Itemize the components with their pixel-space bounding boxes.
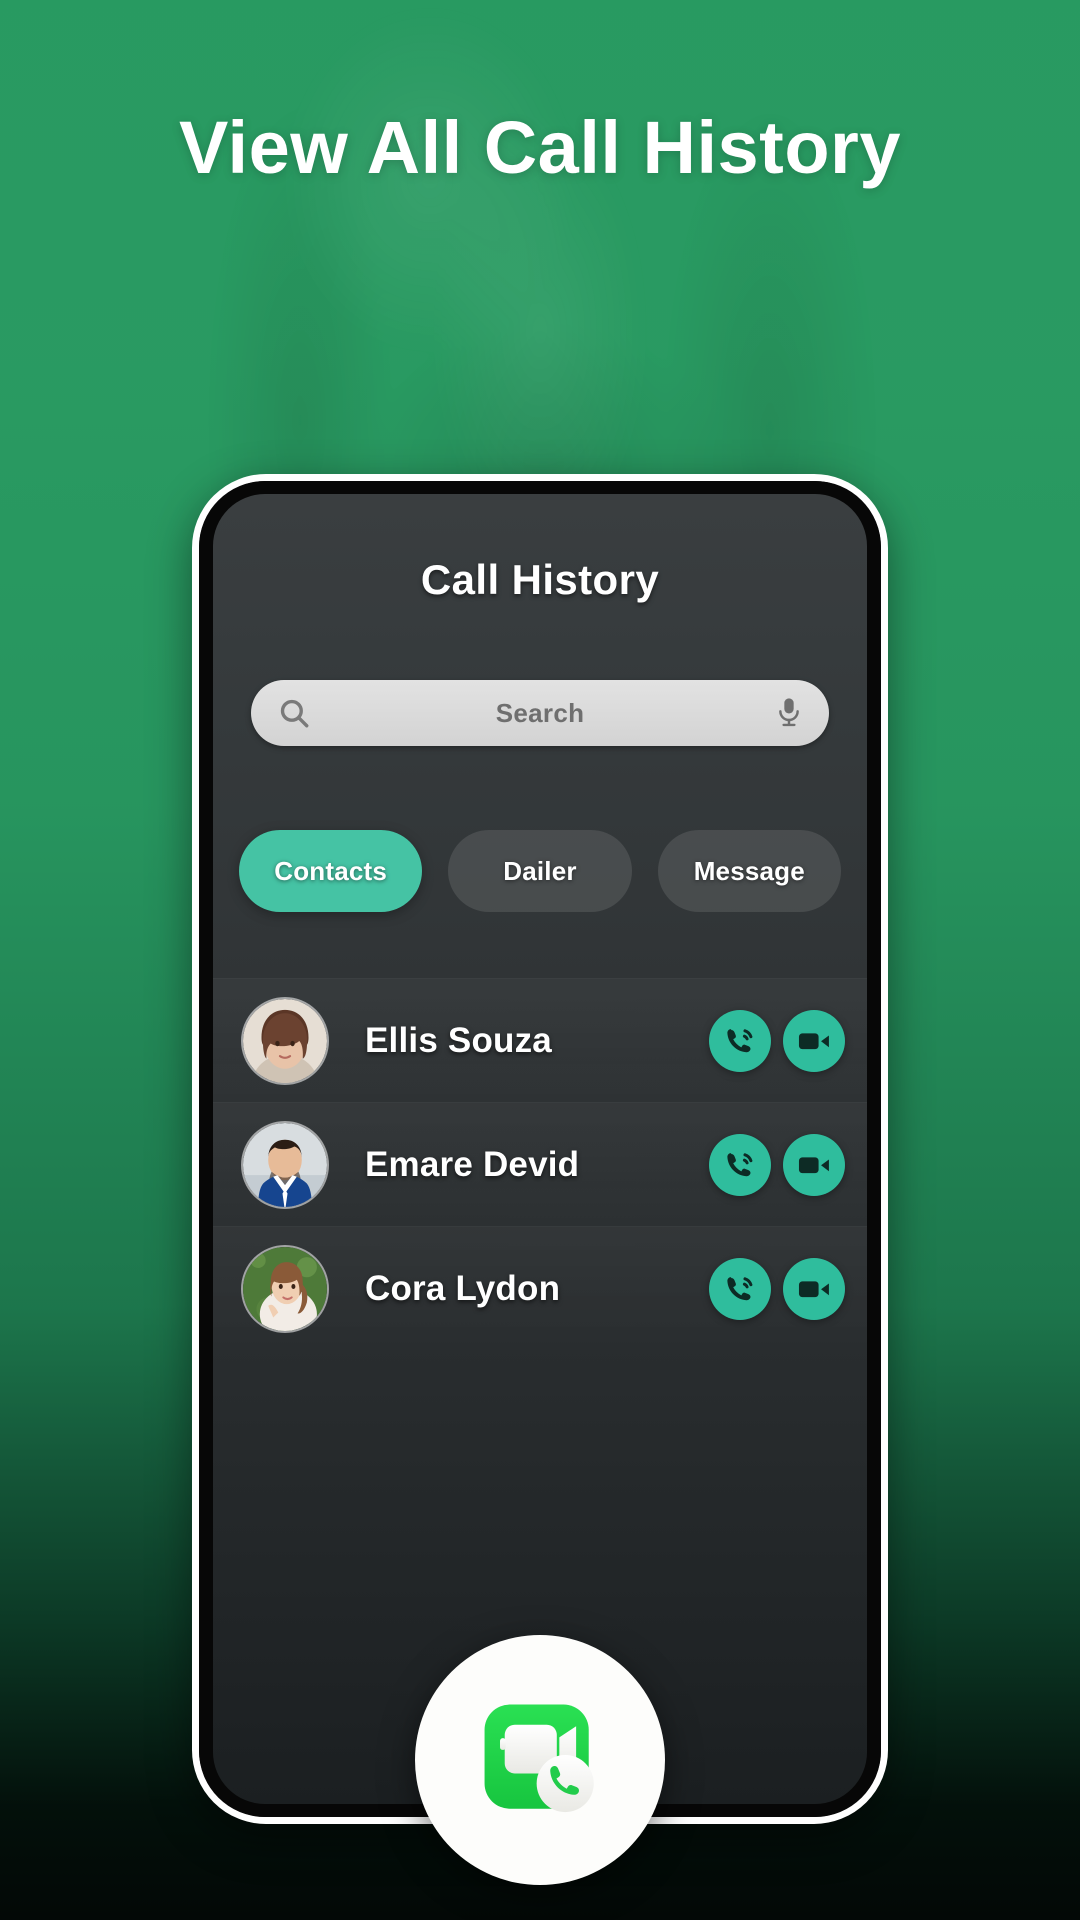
promo-headline: View All Call History bbox=[179, 106, 901, 189]
contact-actions bbox=[709, 1009, 845, 1072]
contact-list: Ellis Souza Emare Devid Cora Lydon bbox=[213, 978, 867, 1350]
video-call-app-icon bbox=[484, 1704, 594, 1813]
promo-screenshot: View All Call History Call History Searc… bbox=[0, 0, 1080, 1920]
filter-chip-dailer-label: Dailer bbox=[503, 855, 577, 886]
filter-chip-contacts[interactable]: Contacts bbox=[239, 830, 423, 912]
table-row[interactable]: Emare Devid bbox=[213, 1102, 867, 1226]
search-input[interactable]: Search bbox=[251, 680, 829, 746]
contact-name: Emare Devid bbox=[365, 1144, 580, 1184]
filter-chip-row: Contacts Dailer Message bbox=[213, 830, 867, 912]
avatar bbox=[241, 996, 329, 1085]
screen-title: Call History bbox=[420, 556, 660, 603]
contact-name: Ellis Souza bbox=[365, 1020, 552, 1060]
filter-chip-contacts-label: Contacts bbox=[274, 855, 388, 886]
app-icon-badge bbox=[415, 1635, 665, 1885]
contact-actions bbox=[709, 1257, 845, 1320]
video-camera-icon[interactable] bbox=[783, 1009, 845, 1072]
table-row[interactable]: Cora Lydon bbox=[213, 1226, 867, 1350]
microphone-icon[interactable] bbox=[775, 696, 803, 730]
search-row: Search bbox=[213, 680, 867, 746]
search-icon bbox=[277, 696, 311, 730]
contact-name: Cora Lydon bbox=[365, 1268, 561, 1308]
phone-call-icon[interactable] bbox=[709, 1009, 771, 1072]
phone-call-icon[interactable] bbox=[709, 1257, 771, 1320]
phone-mockup: Call History Search Contacts Dailer Mess… bbox=[192, 474, 888, 1824]
video-camera-icon[interactable] bbox=[783, 1133, 845, 1196]
contact-actions bbox=[709, 1133, 845, 1196]
filter-chip-message-label: Message bbox=[693, 855, 805, 886]
avatar bbox=[241, 1120, 329, 1209]
filter-chip-message[interactable]: Message bbox=[657, 830, 841, 912]
avatar bbox=[241, 1244, 329, 1333]
video-camera-icon[interactable] bbox=[783, 1257, 845, 1320]
table-row[interactable]: Ellis Souza bbox=[213, 978, 867, 1102]
phone-call-icon[interactable] bbox=[709, 1133, 771, 1196]
filter-chip-dailer[interactable]: Dailer bbox=[448, 830, 632, 912]
phone-screen: Call History Search Contacts Dailer Mess… bbox=[213, 494, 867, 1804]
search-placeholder: Search bbox=[495, 697, 585, 728]
